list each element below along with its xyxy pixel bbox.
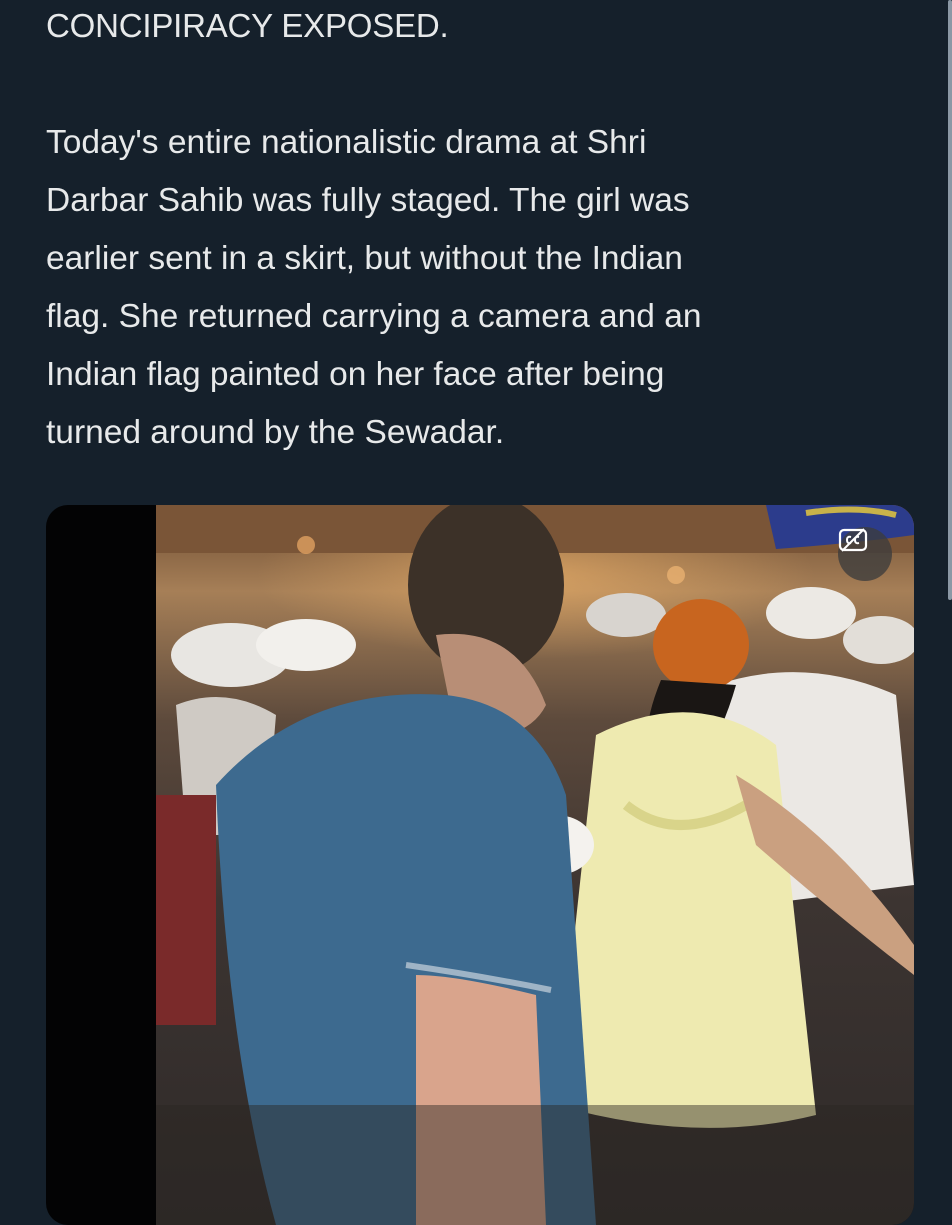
tweet: CONCIPIRACY EXPOSED. Today's entire nati…: [0, 0, 952, 1225]
tweet-body-line: Today's entire nationalistic drama at Sh…: [46, 124, 647, 161]
scrollbar[interactable]: [948, 0, 952, 600]
head-covering: [256, 619, 356, 671]
lamp: [667, 566, 685, 584]
tweet-body: Today's entire nationalistic drama at Sh…: [46, 114, 926, 462]
video-still: [156, 505, 914, 1225]
yellow-dress: [556, 712, 816, 1128]
head-covering: [843, 616, 914, 664]
tweet-body-line: earlier sent in a skirt, but without the…: [46, 240, 683, 277]
head-covering: [586, 593, 666, 637]
red-clothing: [156, 795, 216, 1025]
lamp: [297, 536, 315, 554]
tweet-heading: CONCIPIRACY EXPOSED.: [46, 7, 449, 44]
tweet-body-line: turned around by the Sewadar.: [46, 414, 505, 451]
closed-captions-button[interactable]: [838, 527, 892, 581]
tweet-body-line: flag. She returned carrying a camera and…: [46, 298, 702, 335]
video-frame[interactable]: [156, 505, 914, 1225]
head-covering: [766, 587, 856, 639]
tweet-body-line: Darbar Sahib was fully staged. The girl …: [46, 182, 690, 219]
tweet-body-line: Indian flag painted on her face after be…: [46, 356, 665, 393]
closed-captions-icon: [838, 528, 868, 552]
video-card[interactable]: [46, 505, 914, 1225]
floor-shadow: [156, 1105, 914, 1225]
orange-turban: [653, 599, 749, 691]
